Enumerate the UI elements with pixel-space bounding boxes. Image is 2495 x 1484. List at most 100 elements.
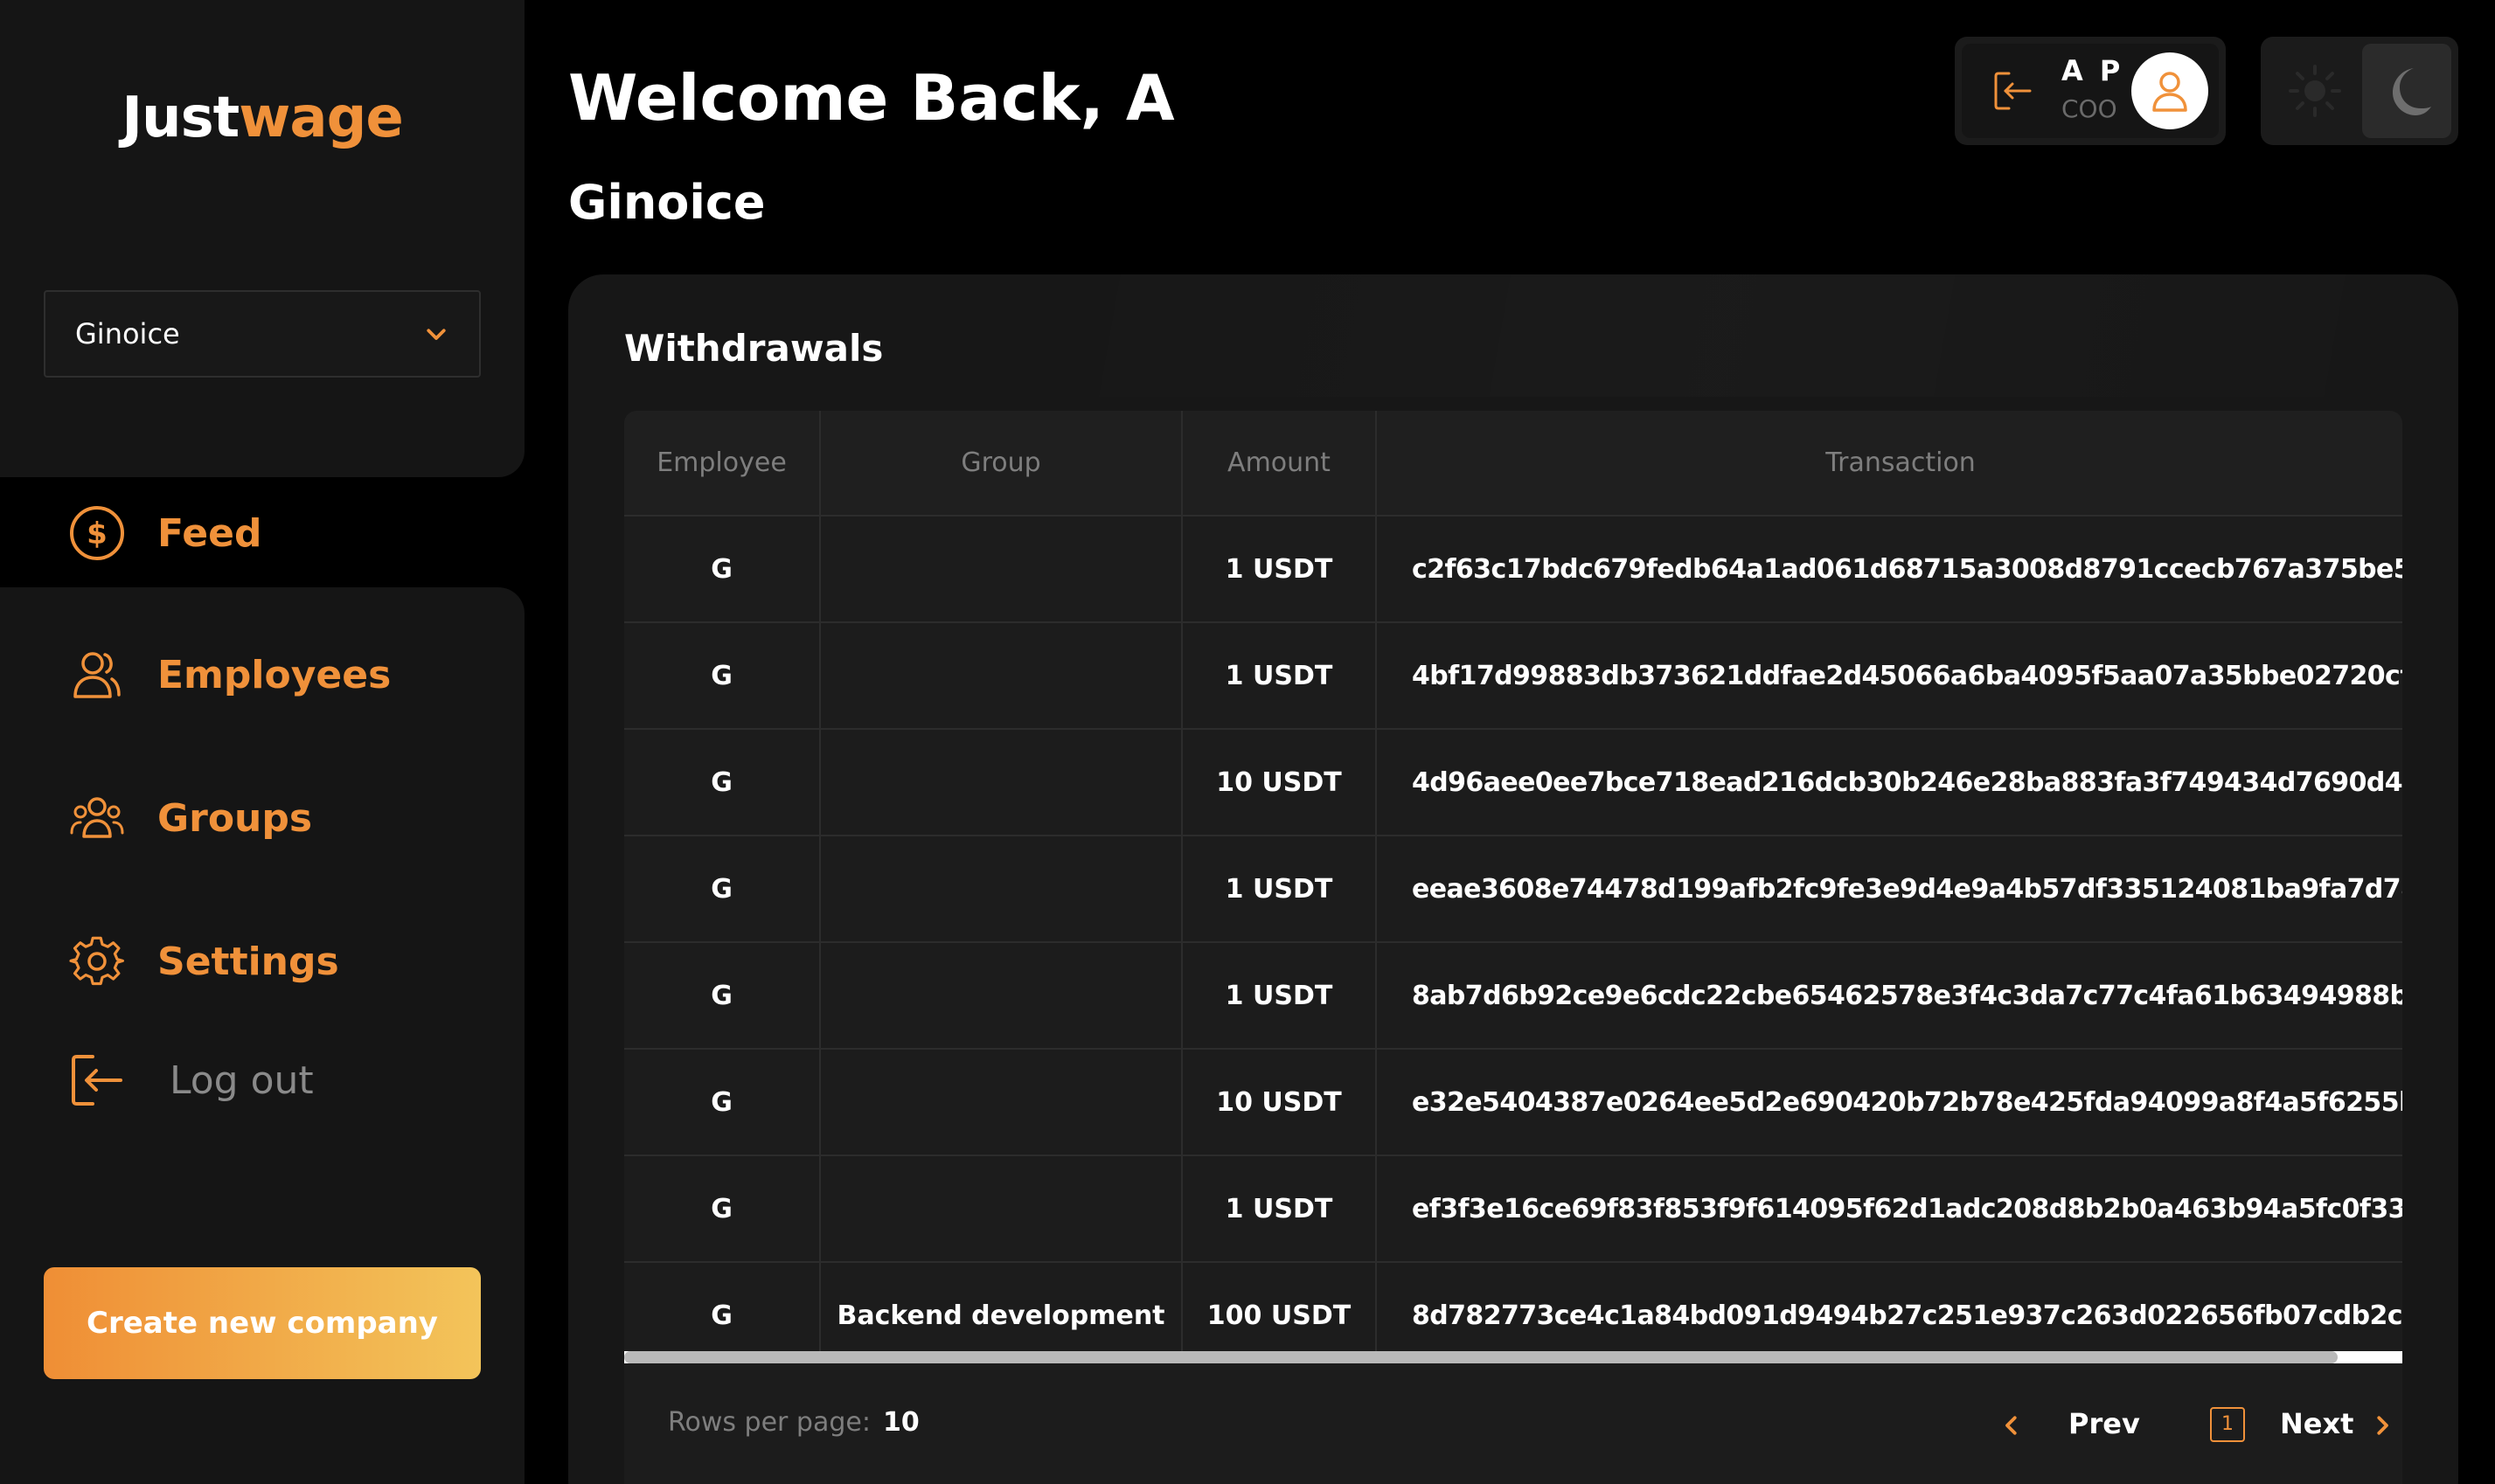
sidebar-item-groups[interactable]: Groups [44, 764, 525, 872]
svg-text:$: $ [87, 517, 108, 551]
table-header-row: Employee Group Amount Transaction [624, 411, 2402, 517]
transaction-hash[interactable]: 4d96aee0ee7bce718ead216dcb30b246e28ba883… [1412, 767, 2402, 798]
withdrawals-table: Employee Group Amount Transaction G 1 US… [624, 411, 2402, 1351]
table-footer: Rows per page: 10 Prev 1 Next [624, 1363, 2402, 1484]
cell-amount: 10 USDT [1182, 729, 1377, 836]
cell-transaction[interactable]: 8d782773ce4c1a84bd091d9494b27c251e937c26… [1376, 1262, 2402, 1351]
cell-employee: G [624, 729, 821, 836]
table-row: G 10 USDT 4d96aee0ee7bce718ead216dcb30b2… [624, 729, 2402, 836]
page-title: Welcome Back, A [568, 61, 1175, 135]
chevron-down-icon [427, 329, 446, 340]
column-header-group[interactable]: Group [820, 411, 1183, 517]
moon-icon [2393, 68, 2431, 115]
cell-employee: G [624, 1049, 821, 1156]
transaction-hash[interactable]: 4bf17d99883db373621ddfae2d45066a6ba4095f… [1412, 661, 2402, 691]
table-row: G 1 USDT eeae3608e74478d199afb2fc9fe3e9d… [624, 836, 2402, 943]
brand-logo-part1: Just [122, 86, 240, 150]
sidebar-item-feed[interactable]: $ Feed [44, 479, 525, 587]
company-select-value: Ginoice [75, 317, 180, 350]
transaction-hash[interactable]: c2f63c17bdc679fedb64a1ad061d68715a3008d8… [1412, 554, 2402, 585]
withdrawals-title: Withdrawals [624, 327, 884, 370]
company-heading: Ginoice [568, 175, 766, 230]
table-row: G 1 USDT ef3f3e16ce69f83f853f9f614095f62… [624, 1155, 2402, 1263]
sun-icon[interactable] [2287, 63, 2343, 119]
table-row: G 1 USDT c2f63c17bdc679fedb64a1ad061d687… [624, 516, 2402, 623]
cell-amount: 1 USDT [1182, 942, 1377, 1050]
chevron-left-icon[interactable] [1998, 1412, 2025, 1439]
cell-amount: 1 USDT [1182, 516, 1377, 623]
column-header-transaction[interactable]: Transaction [1376, 411, 2402, 517]
brand-logo[interactable]: Justwage [0, 86, 525, 150]
user-avatar-icon [2152, 72, 2187, 112]
rows-per-page-select[interactable]: 10 [883, 1407, 920, 1438]
cell-transaction[interactable]: ef3f3e16ce69f83f853f9f614095f62d1adc208d… [1376, 1155, 2402, 1263]
cell-transaction[interactable]: 8ab7d6b92ce9e6cdc22cbe65462578e3f4c3da7c… [1376, 942, 2402, 1050]
transaction-hash[interactable]: 8d782773ce4c1a84bd091d9494b27c251e937c26… [1412, 1300, 2402, 1331]
current-page-indicator[interactable]: 1 [2210, 1407, 2245, 1442]
user-initials: A P [2061, 54, 2124, 87]
cell-group [820, 1049, 1183, 1156]
cell-employee: G [624, 1155, 821, 1263]
dollar-circle-icon: $ [70, 506, 124, 560]
table-row: G Backend development 100 USDT 8d782773c… [624, 1262, 2402, 1351]
table-row: G 1 USDT 8ab7d6b92ce9e6cdc22cbe65462578e… [624, 942, 2402, 1050]
group-icon [70, 797, 124, 838]
app-root: Justwage Ginoice $ Feed Employees Groups… [0, 0, 2495, 1484]
cell-employee: G [624, 836, 821, 943]
cell-transaction[interactable]: e32e5404387e0264ee5d2e690420b72b78e425fd… [1376, 1049, 2402, 1156]
chevron-right-icon[interactable] [2369, 1412, 2395, 1439]
cell-transaction[interactable]: eeae3608e74478d199afb2fc9fe3e9d4e9a4b57d… [1376, 836, 2402, 943]
transaction-hash[interactable]: 8ab7d6b92ce9e6cdc22cbe65462578e3f4c3da7c… [1412, 981, 2402, 1011]
column-header-amount[interactable]: Amount [1182, 411, 1377, 517]
rows-per-page-label: Rows per page: [668, 1407, 871, 1438]
sidebar-header: Justwage Ginoice [0, 0, 525, 477]
user-role: COO [2061, 94, 2117, 123]
sidebar-item-settings[interactable]: Settings [44, 907, 525, 1016]
cell-employee: G [624, 516, 821, 623]
dark-mode-button[interactable] [2362, 44, 2451, 138]
create-company-button[interactable]: Create new company [44, 1267, 481, 1379]
table-row: G 10 USDT e32e5404387e0264ee5d2e690420b7… [624, 1049, 2402, 1156]
avatar[interactable] [2131, 52, 2208, 129]
withdrawals-table-wrap[interactable]: Employee Group Amount Transaction G 1 US… [624, 411, 2402, 1351]
cell-amount: 100 USDT [1182, 1262, 1377, 1351]
transaction-hash[interactable]: ef3f3e16ce69f83f853f9f614095f62d1adc208d… [1412, 1194, 2402, 1224]
horizontal-scrollbar[interactable] [624, 1351, 2402, 1363]
withdrawals-panel: Withdrawals Employee Group Amount Transa… [568, 274, 2458, 1484]
panel-shade [1023, 274, 2422, 397]
cell-amount: 1 USDT [1182, 836, 1377, 943]
transaction-hash[interactable]: e32e5404387e0264ee5d2e690420b72b78e425fd… [1412, 1087, 2402, 1118]
cell-group [820, 942, 1183, 1050]
column-header-employee[interactable]: Employee [624, 411, 821, 517]
transaction-hash[interactable]: eeae3608e74478d199afb2fc9fe3e9d4e9a4b57d… [1412, 874, 2402, 905]
cell-group [820, 1155, 1183, 1263]
cell-transaction[interactable]: 4bf17d99883db373621ddfae2d45066a6ba4095f… [1376, 622, 2402, 730]
cell-group [820, 836, 1183, 943]
sidebar-item-employees[interactable]: Employees [44, 621, 525, 729]
cell-group [820, 516, 1183, 623]
sidebar-item-label: Log out [170, 1058, 314, 1103]
logout-icon [72, 1055, 122, 1106]
user-card: A P COO [1955, 37, 2226, 145]
cell-group [820, 729, 1183, 836]
cell-transaction[interactable]: 4d96aee0ee7bce718ead216dcb30b246e28ba883… [1376, 729, 2402, 836]
cell-employee: G [624, 942, 821, 1050]
logout-icon[interactable] [1990, 68, 2035, 114]
theme-toggle[interactable] [2261, 37, 2458, 145]
cell-group: Backend development [820, 1262, 1183, 1351]
prev-page-button[interactable]: Prev [2068, 1407, 2140, 1440]
cell-employee: G [624, 622, 821, 730]
sidebar-item-label: Settings [157, 939, 339, 984]
next-page-button[interactable]: Next [2280, 1407, 2353, 1440]
sidebar-item-label: Groups [157, 795, 313, 841]
cell-transaction[interactable]: c2f63c17bdc679fedb64a1ad061d68715a3008d8… [1376, 516, 2402, 623]
cell-amount: 1 USDT [1182, 1155, 1377, 1263]
scrollbar-thumb[interactable] [624, 1351, 2338, 1363]
users-icon [73, 652, 121, 698]
sidebar-item-label: Feed [157, 510, 262, 556]
company-select[interactable]: Ginoice [44, 290, 481, 378]
table-row: G 1 USDT 4bf17d99883db373621ddfae2d45066… [624, 622, 2402, 730]
brand-logo-part2: wage [239, 86, 404, 150]
cell-amount: 10 USDT [1182, 1049, 1377, 1156]
sidebar-item-logout[interactable]: Log out [44, 1026, 525, 1134]
